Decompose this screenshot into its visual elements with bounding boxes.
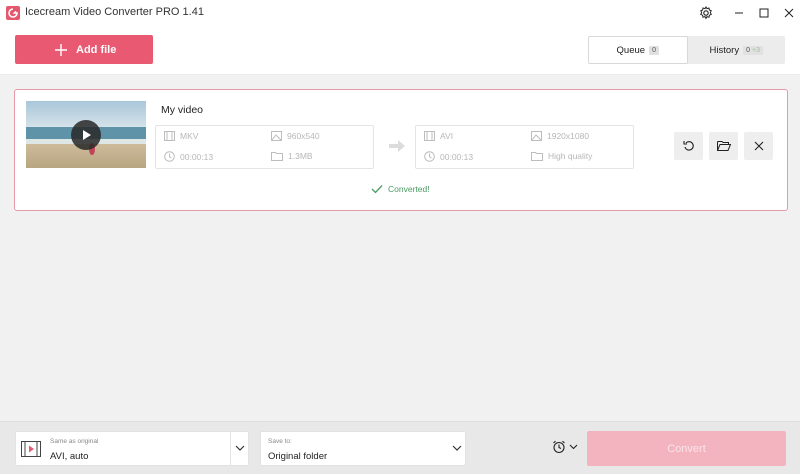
source-format-value: MKV — [180, 131, 199, 141]
film-icon — [164, 131, 175, 141]
clock-icon — [164, 151, 175, 162]
tab-queue-label: Queue — [616, 44, 646, 56]
folder-icon — [271, 151, 283, 161]
clock-icon — [424, 151, 435, 162]
bottom-bar: Same as original AVI, auto Save to: Orig… — [0, 421, 800, 474]
video-thumbnail[interactable] — [26, 101, 146, 168]
target-duration-value: 00:00:13 — [440, 151, 474, 162]
target-resolution: 1920x1080 — [531, 131, 589, 141]
minimize-icon[interactable] — [730, 4, 748, 22]
chevron-down-icon[interactable] — [452, 445, 462, 452]
toolbar: Add file Queue 0 History 0 +3 — [0, 25, 800, 75]
target-quality-value: High quality — [548, 151, 593, 161]
remove-item-button[interactable] — [744, 132, 773, 160]
open-folder-button[interactable] — [709, 132, 738, 160]
source-format: MKV — [164, 131, 198, 141]
chevron-down-icon[interactable] — [235, 445, 245, 452]
plus-icon — [55, 43, 67, 56]
target-info-box: AVI 1920x1080 00:00:13 High quality — [415, 125, 634, 169]
chevron-down-icon — [569, 444, 578, 450]
maximize-icon[interactable] — [755, 4, 773, 22]
save-to-select[interactable]: Save to: Original folder — [260, 431, 466, 466]
divider — [230, 432, 231, 465]
target-format: AVI — [424, 131, 453, 141]
history-count-new: +3 — [751, 46, 760, 54]
alarm-clock-icon — [552, 440, 566, 454]
target-quality: High quality — [531, 151, 592, 161]
image-icon — [271, 131, 282, 141]
tab-history-label: History — [709, 44, 740, 56]
source-duration: 00:00:13 — [164, 151, 213, 162]
settings-gear-icon[interactable] — [697, 4, 715, 22]
undo-icon — [682, 140, 695, 152]
video-format-icon — [21, 441, 41, 457]
source-duration-value: 00:00:13 — [180, 151, 214, 162]
file-title: My video — [161, 104, 204, 116]
source-info-box: MKV 960x540 00:00:13 1.3MB — [155, 125, 374, 169]
tab-queue[interactable]: Queue 0 — [588, 36, 688, 64]
image-icon — [531, 131, 542, 141]
history-count: 0 — [746, 46, 750, 54]
folder-icon — [531, 151, 543, 161]
film-icon — [424, 131, 435, 141]
target-resolution-value: 1920x1080 — [547, 131, 590, 141]
source-resolution: 960x540 — [271, 131, 320, 141]
target-duration: 00:00:13 — [424, 151, 473, 162]
source-size-value: 1.3MB — [288, 151, 313, 161]
queue-count-badge: 0 — [649, 45, 659, 55]
save-value: Original folder — [268, 451, 328, 462]
close-icon — [754, 141, 764, 151]
status-text: Converted! — [388, 184, 430, 194]
save-caption: Save to: — [268, 438, 292, 445]
format-value: AVI, auto — [50, 451, 89, 462]
add-file-button[interactable]: Add file — [15, 35, 153, 64]
title-bar: Icecream Video Converter PRO 1.41 — [0, 0, 800, 25]
checkmark-icon — [371, 184, 383, 194]
source-resolution-value: 960x540 — [287, 131, 320, 141]
source-size: 1.3MB — [271, 151, 313, 161]
convert-button[interactable]: Convert — [587, 431, 786, 466]
conversion-status: Converted! — [371, 184, 430, 194]
queue-count: 0 — [652, 46, 656, 54]
format-caption: Same as original — [50, 438, 99, 445]
history-count-badge: 0 +3 — [743, 45, 763, 55]
queue-item-card: My video MKV 960x540 00:00:13 1.3MB AVI … — [14, 89, 788, 211]
app-logo-icon — [6, 6, 20, 20]
window-title: Icecream Video Converter PRO 1.41 — [25, 6, 204, 18]
output-format-select[interactable]: Same as original AVI, auto — [15, 431, 249, 466]
close-window-icon[interactable] — [780, 4, 798, 22]
restart-button[interactable] — [674, 132, 703, 160]
tab-history[interactable]: History 0 +3 — [688, 36, 786, 64]
queue-history-tabs: Queue 0 History 0 +3 — [588, 36, 785, 64]
play-button[interactable] — [71, 120, 101, 150]
scheduler-button[interactable] — [552, 440, 578, 454]
arrow-right-icon — [389, 140, 405, 152]
target-format-value: AVI — [440, 131, 454, 141]
open-folder-icon — [716, 140, 731, 152]
add-file-label: Add file — [76, 43, 117, 56]
